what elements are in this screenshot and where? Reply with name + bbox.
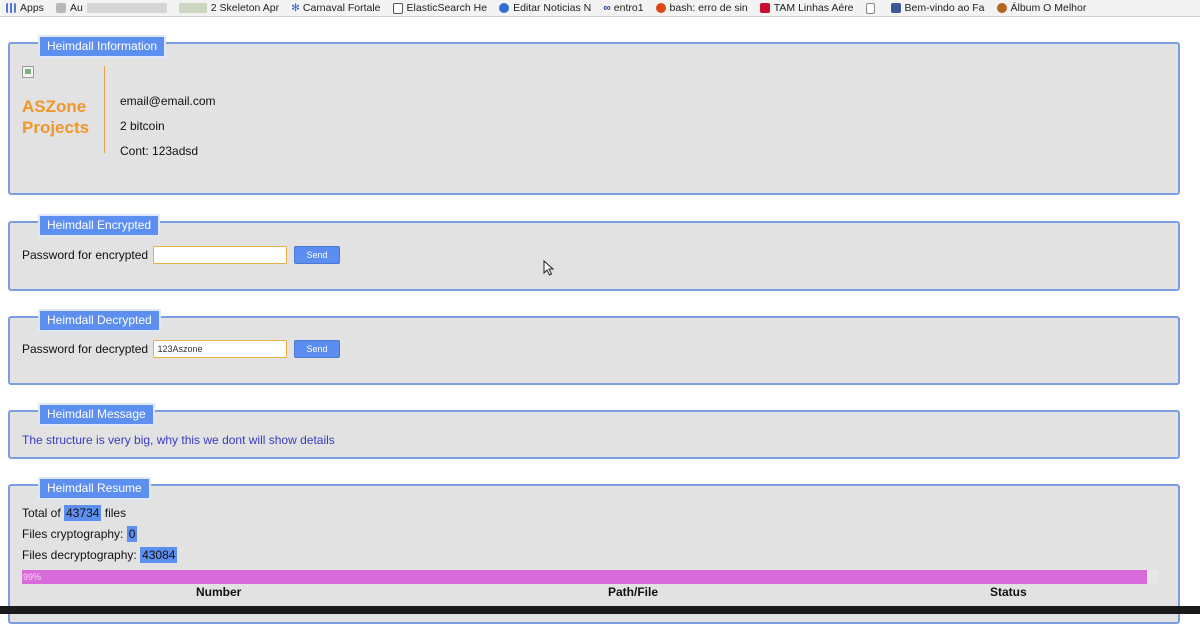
page-icon <box>55 3 66 13</box>
tam-icon <box>759 3 770 13</box>
apps-grid-icon <box>6 3 16 13</box>
crypt-files-row: Files cryptography: 0 <box>22 526 138 542</box>
bookmark-item[interactable]: Au <box>50 0 173 16</box>
bookmark-label: Apps <box>20 2 44 14</box>
bookmark-label: TAM Linhas Aére <box>773 2 854 14</box>
bookmark-label: Bem-vindo ao Fa <box>904 2 985 14</box>
panel-legend: Heimdall Decrypted <box>38 309 161 332</box>
crypt-label: Files cryptography: <box>22 527 124 541</box>
bookmark-item[interactable]: TAM Linhas Aére <box>754 0 860 16</box>
panel-legend: Heimdall Encrypted <box>38 214 161 237</box>
total-files-value: 43734 <box>64 505 102 521</box>
progress-label: 99% <box>23 572 42 582</box>
bookmark-item[interactable]: ✻ Carnaval Fortale <box>285 0 386 16</box>
bookmark-item[interactable] <box>860 0 885 16</box>
bookmarks-bar: Apps Au 2 Skeleton Apr ✻ Carnaval Fortal… <box>0 0 1200 17</box>
total-files-row: Total of 43734 files <box>22 505 127 521</box>
info-panel: Heimdall Information ASZone Projects ema… <box>8 35 1180 195</box>
decrypted-password-label: Password for decrypted <box>22 342 149 357</box>
bookmark-item[interactable]: Editar Noticias N <box>493 0 597 16</box>
message-panel: Heimdall Message The structure is very b… <box>8 403 1180 459</box>
decrypt-label: Files decryptography: <box>22 548 137 562</box>
facebook-icon <box>890 3 901 13</box>
panel-legend: Heimdall Information <box>38 35 167 58</box>
bookmark-apps[interactable]: Apps <box>0 0 50 16</box>
encrypted-password-label: Password for encrypted <box>22 248 149 263</box>
encrypted-password-input[interactable] <box>152 246 287 264</box>
total-suffix: files <box>104 506 127 520</box>
logo: ASZone Projects <box>22 96 89 138</box>
doc-icon <box>392 2 403 14</box>
resume-panel: Heimdall Resume Total of 43734 files Fil… <box>8 477 1180 624</box>
logo-line: ASZone <box>22 97 87 116</box>
encrypted-send-button[interactable]: Send <box>293 246 340 264</box>
redacted-area <box>86 3 167 13</box>
decrypted-password-input[interactable]: 123Aszone <box>152 340 287 358</box>
decrypt-files-row: Files decryptography: 43084 <box>22 547 178 563</box>
bookmark-item[interactable]: 2 Skeleton Apr <box>173 0 285 16</box>
snowflake-icon: ✻ <box>291 2 300 14</box>
bookmark-label: Álbum O Melhor <box>1010 2 1087 14</box>
chain-icon: ∞ <box>603 2 611 14</box>
cont-text: Cont: 123adsd <box>120 144 199 158</box>
window-bottom-edge <box>0 606 1200 614</box>
bookmark-item[interactable]: ∞ entro1 <box>597 0 649 16</box>
bookmark-label: bash: erro de sin <box>669 2 748 14</box>
message-text: The structure is very big, why this we d… <box>22 433 335 447</box>
bookmark-item[interactable]: Álbum O Melhor <box>991 0 1093 16</box>
progress-bar: 99% <box>22 570 1158 584</box>
bookmark-label: 2 Skeleton Apr <box>210 2 280 14</box>
panel-legend: Heimdall Resume <box>38 477 151 500</box>
bookmark-label: Carnaval Fortale <box>302 2 381 14</box>
bitcoin-text: 2 bitcoin <box>120 119 165 133</box>
encrypted-panel: Heimdall Encrypted Password for encrypte… <box>8 214 1180 291</box>
bookmark-item[interactable]: ElasticSearch He <box>387 0 494 16</box>
column-header-status: Status <box>990 585 1027 599</box>
bookmark-label: ElasticSearch He <box>406 2 488 14</box>
column-header-number: Number <box>196 585 242 599</box>
album-icon <box>996 3 1007 13</box>
logo-line: Projects <box>22 118 90 137</box>
logo-divider <box>104 66 105 153</box>
progress-fill <box>22 570 1147 584</box>
bookmark-item[interactable]: Bem-vindo ao Fa <box>885 0 991 16</box>
ubuntu-icon <box>655 3 666 13</box>
decrypt-files-value: 43084 <box>140 547 178 563</box>
redacted-area <box>178 3 207 13</box>
column-header-path-file: Path/File <box>608 585 659 599</box>
decrypted-send-button[interactable]: Send <box>293 340 340 358</box>
broken-image-icon <box>22 66 34 78</box>
panel-legend: Heimdall Message <box>38 403 155 426</box>
bookmark-item[interactable]: bash: erro de sin <box>650 0 754 16</box>
blank-page-icon <box>865 2 875 14</box>
email-text: email@email.com <box>120 94 216 108</box>
bookmark-label: entro1 <box>613 2 644 14</box>
mouse-cursor-icon <box>543 260 555 276</box>
ie-icon <box>499 3 510 13</box>
total-prefix: Total of <box>22 506 61 520</box>
bookmark-label: Au <box>69 2 83 14</box>
bookmark-label: Editar Noticias N <box>513 2 592 14</box>
crypt-files-value: 0 <box>126 526 138 542</box>
decrypted-panel: Heimdall Decrypted Password for decrypte… <box>8 309 1180 385</box>
